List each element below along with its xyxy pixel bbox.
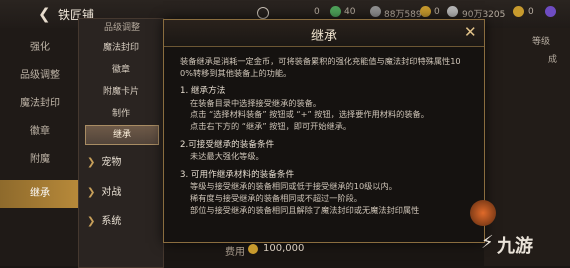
section-text: 点击 “选择材料装备” 按钮或 “+” 按钮，选择要作用材料的装备。 — [190, 109, 429, 120]
intro-text: 0%转移到其他装备上的功能。 — [180, 67, 292, 78]
section-title: 3. 可用作继承材料的装备条件 — [180, 169, 295, 180]
resource-count: 0 — [434, 7, 440, 17]
close-icon[interactable]: ✕ — [464, 23, 477, 41]
chevron-down-icon: ❯ — [87, 157, 96, 168]
gold-coin-icon — [248, 244, 258, 254]
coin-icon — [513, 6, 524, 17]
sidebar-item-enhance[interactable]: 强化 — [0, 34, 80, 62]
sub-item-seal[interactable]: 魔法封印 — [85, 39, 157, 57]
section-text: 未达最大强化等级。 — [190, 151, 264, 162]
cost-label: 费用 — [225, 247, 245, 258]
sub-menu-panel: 魔法封印 徽章 附魔卡片 制作 继承 ❯ 宠物 ❯ 对战 ❯ 系统 — [78, 18, 164, 268]
help-dialog: 继承 ✕ 装备继承是消耗一定金币，可将装备累积的强化充能值与魔法封印特殊属性10… — [163, 19, 485, 243]
right-panel — [484, 28, 570, 266]
section-text: 稀有度与接受继承的装备相同或不超过一阶段。 — [190, 192, 362, 203]
section-title: 1. 继承方法 — [180, 86, 226, 97]
section-text: 点击右下方的 “继承” 按钮，即可开始继承。 — [190, 120, 352, 131]
section-title: 2.可接受继承的装备条件 — [180, 139, 275, 150]
intro-text: 装备继承是消耗一定金币，可将装备累积的强化充能值与魔法封印特殊属性10 — [180, 56, 461, 66]
gold-coin-icon — [420, 6, 431, 17]
dialog-content: 装备继承是消耗一定金币，可将装备累积的强化充能值与魔法封印特殊属性10 0%转移… — [180, 56, 472, 216]
resource-count: 0 — [528, 7, 534, 17]
sidebar-item-inherit[interactable]: 继承 — [0, 180, 80, 208]
sidebar-item-grade[interactable]: 品级调整 — [0, 62, 80, 90]
watermark-logo-icon: ⚡ — [481, 232, 494, 253]
sub-item-badge[interactable]: 徽章 — [85, 61, 157, 79]
resource-count: 40 — [344, 7, 356, 17]
dialog-title: 继承 — [310, 29, 337, 44]
cost-value: 100,000 — [263, 243, 305, 254]
right-label: 成 — [548, 55, 558, 65]
section-text: 在装备目录中选择接受继承的装备。 — [190, 97, 322, 108]
sidebar-item-seal[interactable]: 魔法封印 — [0, 90, 80, 118]
chevron-down-icon: ❯ — [87, 216, 96, 227]
category-battle[interactable]: ❯ 对战 — [87, 183, 121, 198]
sidebar-item-badge[interactable]: 徽章 — [0, 118, 80, 146]
coin-icon — [370, 6, 381, 17]
sub-item-craft[interactable]: 制作 — [85, 105, 157, 123]
currency-icon — [257, 7, 269, 19]
sub-item-inherit[interactable]: 继承 — [85, 125, 159, 145]
chevron-down-icon: ❯ — [87, 187, 96, 198]
section-text: 等级与接受继承的装备相同或低于接受继承的10级以内。 — [190, 181, 397, 192]
back-arrow-icon[interactable]: ❮ — [38, 5, 51, 23]
sub-item-grade[interactable]: 品级调整 — [104, 20, 140, 33]
sub-item-enchant-card[interactable]: 附魔卡片 — [85, 83, 157, 101]
category-system[interactable]: ❯ 系统 — [87, 212, 121, 227]
silver-coin-icon — [447, 6, 458, 17]
resource-count: 0 — [314, 7, 320, 17]
category-pet[interactable]: ❯ 宠物 — [87, 153, 121, 168]
sidebar: 强化 品级调整 魔法封印 徽章 附魔 继承 — [0, 28, 81, 266]
inherit-orb-button[interactable] — [470, 200, 496, 226]
right-label: 等级 — [532, 37, 551, 47]
sidebar-item-enchant[interactable]: 附魔 — [0, 146, 80, 174]
section-text: 部位与接受继承的装备相同且解除了魔法封印或无魔法封印属性 — [190, 204, 420, 215]
watermark-logo: 九游 — [497, 236, 533, 257]
shop-icon[interactable] — [545, 6, 556, 17]
gem-icon — [330, 6, 341, 17]
